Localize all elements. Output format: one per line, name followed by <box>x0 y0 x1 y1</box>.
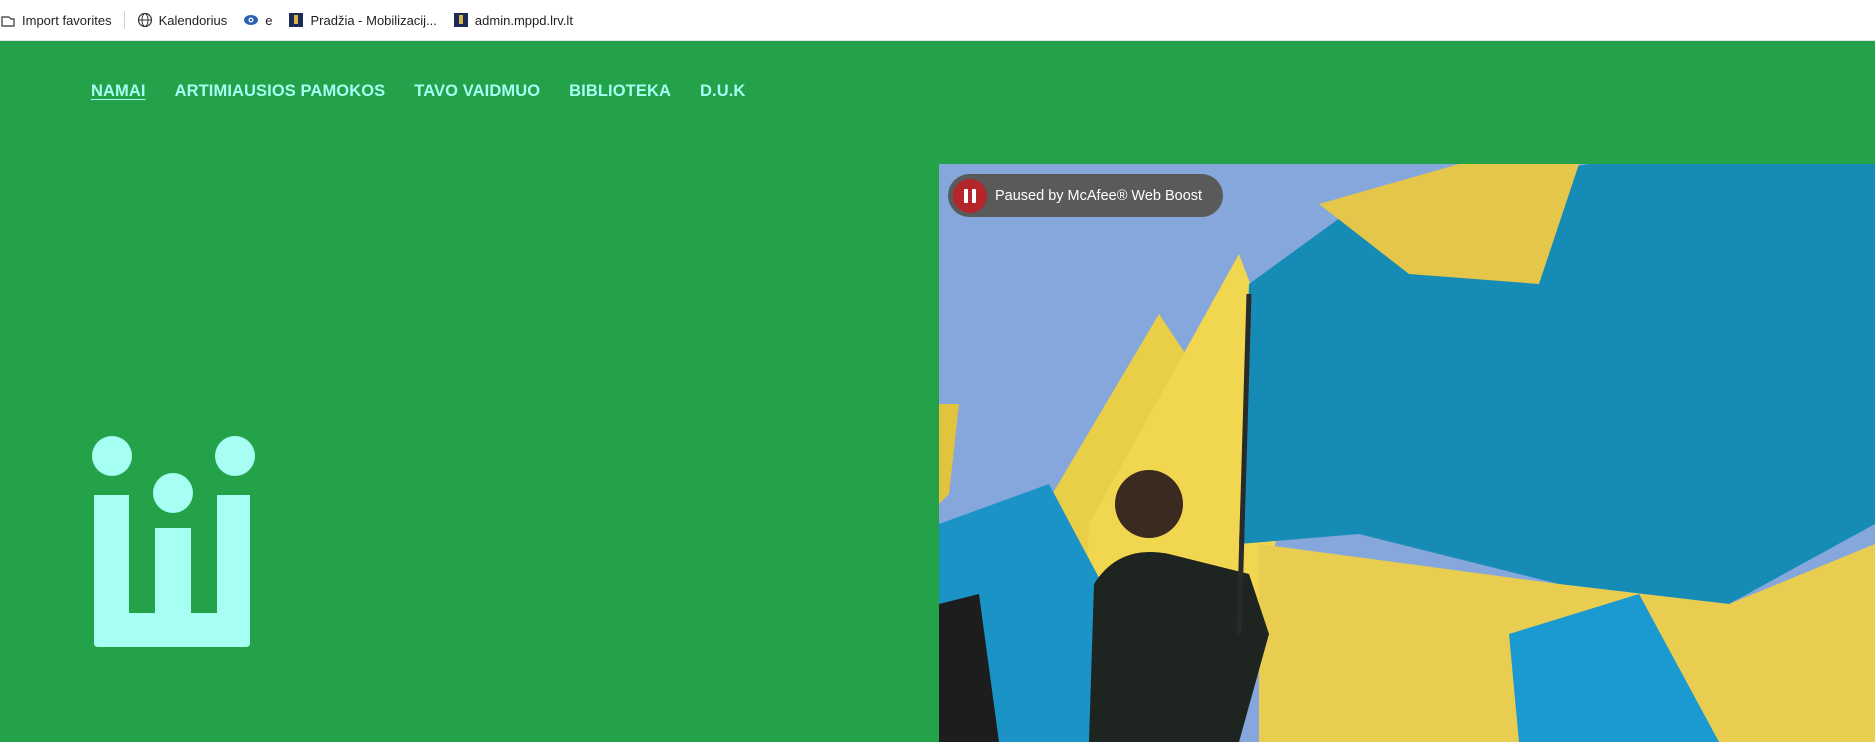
nav-item-namai[interactable]: NAMAI <box>91 82 146 101</box>
bookmark-import-favorites[interactable]: Import favorites <box>0 0 120 40</box>
paused-text: Paused by McAfee® Web Boost <box>995 187 1203 204</box>
bookmark-label: admin.mppd.lrv.lt <box>474 12 573 28</box>
site-favicon <box>453 12 469 28</box>
bookmark-pradzia[interactable]: Pradžia - Mobilizacij... <box>280 0 444 40</box>
hero-image <box>939 164 1875 742</box>
nav-item-biblioteka[interactable]: BIBLIOTEKA <box>569 82 671 101</box>
main-nav: NAMAI ARTIMIAUSIOS PAMOKOS TAVO VAIDMUO … <box>91 82 745 101</box>
bookmark-admin[interactable]: admin.mppd.lrv.lt <box>445 0 581 40</box>
import-icon <box>0 12 16 28</box>
bookmarks-bar: Import favorites Kalendorius e Pradžia -… <box>0 0 1875 41</box>
pause-icon[interactable] <box>953 178 987 213</box>
bookmark-label: Kalendorius <box>158 12 228 28</box>
nav-item-tavo-vaidmuo[interactable]: TAVO VAIDMUO <box>414 82 540 101</box>
bookmark-kalendorius[interactable]: Kalendorius <box>129 0 236 40</box>
bookmark-label: Pradžia - Mobilizacij... <box>310 12 437 28</box>
bookmark-e[interactable]: e <box>235 0 280 40</box>
nav-item-artimiausios-pamokos[interactable]: ARTIMIAUSIOS PAMOKOS <box>175 82 386 101</box>
bookmarks-separator <box>123 11 125 29</box>
mcafee-paused-overlay[interactable]: Paused by McAfee® Web Boost <box>948 174 1223 217</box>
globe-icon <box>137 12 153 28</box>
eye-icon <box>243 12 259 28</box>
nav-item-duk[interactable]: D.U.K <box>700 82 745 101</box>
site-favicon <box>288 12 304 28</box>
bookmark-label: Import favorites <box>22 12 112 28</box>
bookmark-label: e <box>265 12 273 28</box>
site-logo[interactable] <box>92 435 256 647</box>
